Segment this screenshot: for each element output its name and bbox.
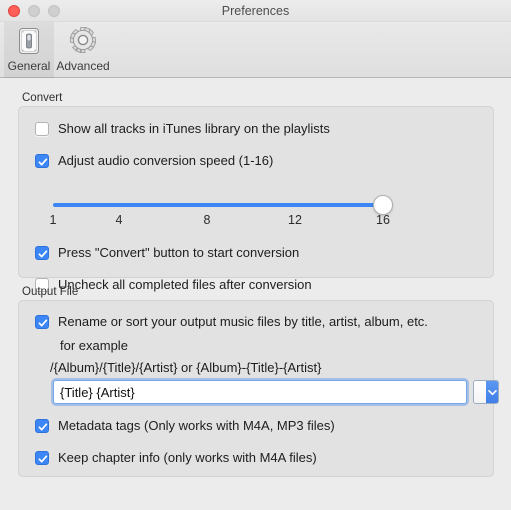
slider-tick-label: 1: [49, 213, 57, 227]
checkbox-label: Keep chapter info (only works with M4A f…: [58, 450, 317, 465]
slider-tick-label: 12: [288, 213, 302, 227]
checkbox-label: Show all tracks in iTunes library on the…: [58, 121, 330, 136]
toolbar: General Advanced: [0, 22, 511, 78]
filename-pattern-input[interactable]: {Title} {Artist}: [53, 380, 467, 404]
checkbox-label: Adjust audio conversion speed (1-16): [58, 153, 274, 168]
tab-general[interactable]: General: [4, 22, 54, 78]
checkbox-rename-sort[interactable]: Rename or sort your output music files b…: [35, 314, 428, 329]
checkbox-press-convert[interactable]: Press "Convert" button to start conversi…: [35, 245, 299, 260]
checkbox-label: Rename or sort your output music files b…: [58, 314, 428, 329]
checkbox-box: [35, 450, 49, 465]
checkbox-label: Press "Convert" button to start conversi…: [58, 245, 300, 260]
example-pattern: /{Album}/{Title}/{Artist} or {Album}-{Ti…: [50, 360, 322, 375]
checkbox-box: [35, 245, 49, 260]
tab-advanced-label: Advanced: [56, 59, 110, 73]
slider-tick-label: 4: [115, 213, 123, 227]
checkbox-adjust-speed[interactable]: Adjust audio conversion speed (1-16): [35, 153, 273, 168]
checkbox-keep-chapter-info[interactable]: Keep chapter info (only works with M4A f…: [35, 450, 317, 465]
slider-tick-label: 16: [376, 213, 390, 227]
filename-pattern-combo[interactable]: {Title} {Artist}: [53, 380, 499, 404]
conversion-speed-slider[interactable]: 1 4 8 12 16: [49, 193, 393, 227]
convert-group-label: Convert: [22, 92, 63, 104]
checkbox-box: [35, 418, 49, 433]
checkbox-metadata-tags[interactable]: Metadata tags (Only works with M4A, MP3 …: [35, 418, 335, 433]
filename-pattern-dropdown-button[interactable]: [473, 380, 499, 404]
checkbox-show-all-tracks[interactable]: Show all tracks in iTunes library on the…: [35, 121, 330, 136]
chevron-down-icon: [486, 381, 498, 403]
slider-knob[interactable]: [373, 195, 393, 215]
window-title: Preferences: [221, 4, 290, 18]
checkbox-box: [35, 121, 49, 136]
tab-advanced[interactable]: Advanced: [54, 22, 112, 78]
tab-general-label: General: [7, 59, 51, 73]
toggle-switch-icon: [13, 25, 45, 57]
dropdown-left-face: [474, 381, 486, 403]
checkbox-label: Metadata tags (Only works with M4A, MP3 …: [58, 418, 335, 433]
slider-tick-label: 8: [203, 213, 211, 227]
title-bar: Preferences: [0, 0, 511, 22]
example-heading: for example: [60, 338, 128, 353]
checkbox-box: [35, 314, 49, 329]
slider-fill: [53, 203, 383, 207]
checkbox-box: [35, 153, 49, 168]
preferences-window: Preferences General Advanced Convert Sho…: [0, 0, 511, 510]
gear-icon: [67, 25, 99, 57]
preferences-content: Convert Show all tracks in iTunes librar…: [0, 78, 511, 510]
convert-group-box: Show all tracks in iTunes library on the…: [18, 106, 494, 292]
checkbox-label: Uncheck all completed files after conver…: [58, 277, 312, 292]
output-group-label: Output File: [22, 286, 79, 298]
output-group-box: Rename or sort your output music files b…: [18, 300, 499, 477]
